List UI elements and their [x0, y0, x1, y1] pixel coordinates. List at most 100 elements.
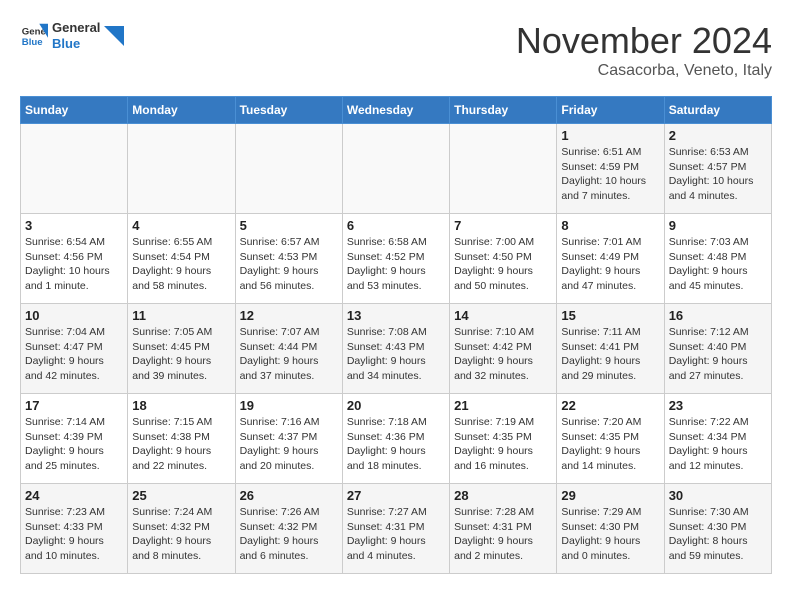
logo: General Blue General Blue: [20, 20, 124, 51]
day-number: 8: [561, 218, 659, 233]
calendar-cell: 9 Sunrise: 7:03 AM Sunset: 4:48 PM Daylig…: [664, 214, 771, 304]
day-info: Sunrise: 7:23 AM Sunset: 4:33 PM Dayligh…: [25, 505, 123, 564]
title-block: November 2024 Casacorba, Veneto, Italy: [516, 20, 772, 80]
calendar-week-row: 10 Sunrise: 7:04 AM Sunset: 4:47 PM Dayli…: [21, 304, 772, 394]
day-info: Sunrise: 7:26 AM Sunset: 4:32 PM Dayligh…: [240, 505, 338, 564]
calendar-cell: 19Sunrise: 7:16 AM Sunset: 4:37 PM Dayli…: [235, 394, 342, 484]
day-info: Sunrise: 7:12 AM Sunset: 4:40 PM Dayligh…: [669, 325, 767, 384]
calendar-cell: 16 Sunrise: 7:12 AM Sunset: 4:40 PM Dayli…: [664, 304, 771, 394]
calendar-cell: 11 Sunrise: 7:05 AM Sunset: 4:45 PM Dayli…: [128, 304, 235, 394]
day-number: 16: [669, 308, 767, 323]
day-info: Sunrise: 6:57 AM Sunset: 4:53 PM Dayligh…: [240, 235, 338, 294]
calendar-cell: 25 Sunrise: 7:24 AM Sunset: 4:32 PM Dayli…: [128, 484, 235, 574]
logo-general: General: [52, 20, 100, 35]
day-info: Sunrise: 7:03 AM Sunset: 4:48 PM Dayligh…: [669, 235, 767, 294]
day-number: 10: [25, 308, 123, 323]
calendar-cell: 26 Sunrise: 7:26 AM Sunset: 4:32 PM Dayli…: [235, 484, 342, 574]
day-number: 25: [132, 488, 230, 503]
day-info: Sunrise: 7:29 AM Sunset: 4:30 PM Dayligh…: [561, 505, 659, 564]
svg-text:Blue: Blue: [22, 36, 43, 47]
day-info: Sunrise: 7:05 AM Sunset: 4:45 PM Dayligh…: [132, 325, 230, 384]
day-info: Sunrise: 7:04 AM Sunset: 4:47 PM Dayligh…: [25, 325, 123, 384]
calendar-cell: 27Sunrise: 7:27 AM Sunset: 4:31 PM Dayli…: [342, 484, 449, 574]
calendar-cell: 17 Sunrise: 7:14 AM Sunset: 4:39 PM Dayli…: [21, 394, 128, 484]
logo-icon: General Blue: [20, 22, 48, 50]
weekday-header: Thursday: [450, 97, 557, 124]
location: Casacorba, Veneto, Italy: [516, 62, 772, 80]
calendar-cell: 23Sunrise: 7:22 AM Sunset: 4:34 PM Dayli…: [664, 394, 771, 484]
calendar-cell: 18 Sunrise: 7:15 AM Sunset: 4:38 PM Dayli…: [128, 394, 235, 484]
day-number: 23: [669, 398, 767, 413]
day-number: 4: [132, 218, 230, 233]
calendar-cell: [235, 124, 342, 214]
calendar-cell: 3 Sunrise: 6:54 AM Sunset: 4:56 PM Daylig…: [21, 214, 128, 304]
day-info: Sunrise: 6:53 AM Sunset: 4:57 PM Dayligh…: [669, 145, 767, 204]
day-number: 5: [240, 218, 338, 233]
calendar-cell: 21Sunrise: 7:19 AM Sunset: 4:35 PM Dayli…: [450, 394, 557, 484]
day-number: 12: [240, 308, 338, 323]
day-number: 20: [347, 398, 445, 413]
day-number: 11: [132, 308, 230, 323]
day-number: 6: [347, 218, 445, 233]
weekday-header: Sunday: [21, 97, 128, 124]
day-number: 1: [561, 128, 659, 143]
day-number: 2: [669, 128, 767, 143]
calendar-cell: 2 Sunrise: 6:53 AM Sunset: 4:57 PM Daylig…: [664, 124, 771, 214]
day-number: 13: [347, 308, 445, 323]
day-info: Sunrise: 7:01 AM Sunset: 4:49 PM Dayligh…: [561, 235, 659, 294]
day-info: Sunrise: 7:07 AM Sunset: 4:44 PM Dayligh…: [240, 325, 338, 384]
calendar-cell: 15Sunrise: 7:11 AM Sunset: 4:41 PM Dayli…: [557, 304, 664, 394]
day-number: 15: [561, 308, 659, 323]
logo-triangle-icon: [104, 26, 124, 46]
calendar-cell: 20Sunrise: 7:18 AM Sunset: 4:36 PM Dayli…: [342, 394, 449, 484]
day-number: 17: [25, 398, 123, 413]
weekday-header: Saturday: [664, 97, 771, 124]
day-number: 14: [454, 308, 552, 323]
calendar-cell: [128, 124, 235, 214]
day-number: 26: [240, 488, 338, 503]
calendar-cell: 7Sunrise: 7:00 AM Sunset: 4:50 PM Daylig…: [450, 214, 557, 304]
day-number: 3: [25, 218, 123, 233]
calendar-cell: 4 Sunrise: 6:55 AM Sunset: 4:54 PM Daylig…: [128, 214, 235, 304]
calendar-table: SundayMondayTuesdayWednesdayThursdayFrid…: [20, 96, 772, 574]
day-info: Sunrise: 7:00 AM Sunset: 4:50 PM Dayligh…: [454, 235, 552, 294]
calendar-cell: 6 Sunrise: 6:58 AM Sunset: 4:52 PM Daylig…: [342, 214, 449, 304]
calendar-cell: 29Sunrise: 7:29 AM Sunset: 4:30 PM Dayli…: [557, 484, 664, 574]
day-info: Sunrise: 7:14 AM Sunset: 4:39 PM Dayligh…: [25, 415, 123, 474]
day-info: Sunrise: 7:10 AM Sunset: 4:42 PM Dayligh…: [454, 325, 552, 384]
day-number: 28: [454, 488, 552, 503]
day-info: Sunrise: 6:58 AM Sunset: 4:52 PM Dayligh…: [347, 235, 445, 294]
calendar-cell: [342, 124, 449, 214]
weekday-header: Wednesday: [342, 97, 449, 124]
weekday-header: Friday: [557, 97, 664, 124]
calendar-week-row: 3 Sunrise: 6:54 AM Sunset: 4:56 PM Daylig…: [21, 214, 772, 304]
calendar-cell: 12 Sunrise: 7:07 AM Sunset: 4:44 PM Dayli…: [235, 304, 342, 394]
day-info: Sunrise: 7:28 AM Sunset: 4:31 PM Dayligh…: [454, 505, 552, 564]
day-info: Sunrise: 6:54 AM Sunset: 4:56 PM Dayligh…: [25, 235, 123, 294]
calendar-cell: 30Sunrise: 7:30 AM Sunset: 4:30 PM Dayli…: [664, 484, 771, 574]
day-number: 22: [561, 398, 659, 413]
calendar-week-row: 1 Sunrise: 6:51 AM Sunset: 4:59 PM Daylig…: [21, 124, 772, 214]
day-number: 9: [669, 218, 767, 233]
day-info: Sunrise: 6:55 AM Sunset: 4:54 PM Dayligh…: [132, 235, 230, 294]
calendar-cell: 1 Sunrise: 6:51 AM Sunset: 4:59 PM Daylig…: [557, 124, 664, 214]
weekday-header: Tuesday: [235, 97, 342, 124]
calendar-cell: 22 Sunrise: 7:20 AM Sunset: 4:35 PM Dayli…: [557, 394, 664, 484]
calendar-cell: 8 Sunrise: 7:01 AM Sunset: 4:49 PM Daylig…: [557, 214, 664, 304]
calendar-week-row: 17 Sunrise: 7:14 AM Sunset: 4:39 PM Dayli…: [21, 394, 772, 484]
calendar-cell: 13Sunrise: 7:08 AM Sunset: 4:43 PM Dayli…: [342, 304, 449, 394]
calendar-cell: [21, 124, 128, 214]
logo-blue: Blue: [52, 36, 100, 52]
calendar-cell: 10 Sunrise: 7:04 AM Sunset: 4:47 PM Dayli…: [21, 304, 128, 394]
calendar-cell: [450, 124, 557, 214]
day-info: Sunrise: 6:51 AM Sunset: 4:59 PM Dayligh…: [561, 145, 659, 204]
day-info: Sunrise: 7:20 AM Sunset: 4:35 PM Dayligh…: [561, 415, 659, 474]
day-info: Sunrise: 7:15 AM Sunset: 4:38 PM Dayligh…: [132, 415, 230, 474]
day-number: 19: [240, 398, 338, 413]
day-number: 24: [25, 488, 123, 503]
month-title: November 2024: [516, 20, 772, 62]
calendar-cell: 28 Sunrise: 7:28 AM Sunset: 4:31 PM Dayli…: [450, 484, 557, 574]
day-number: 18: [132, 398, 230, 413]
day-number: 21: [454, 398, 552, 413]
day-info: Sunrise: 7:24 AM Sunset: 4:32 PM Dayligh…: [132, 505, 230, 564]
